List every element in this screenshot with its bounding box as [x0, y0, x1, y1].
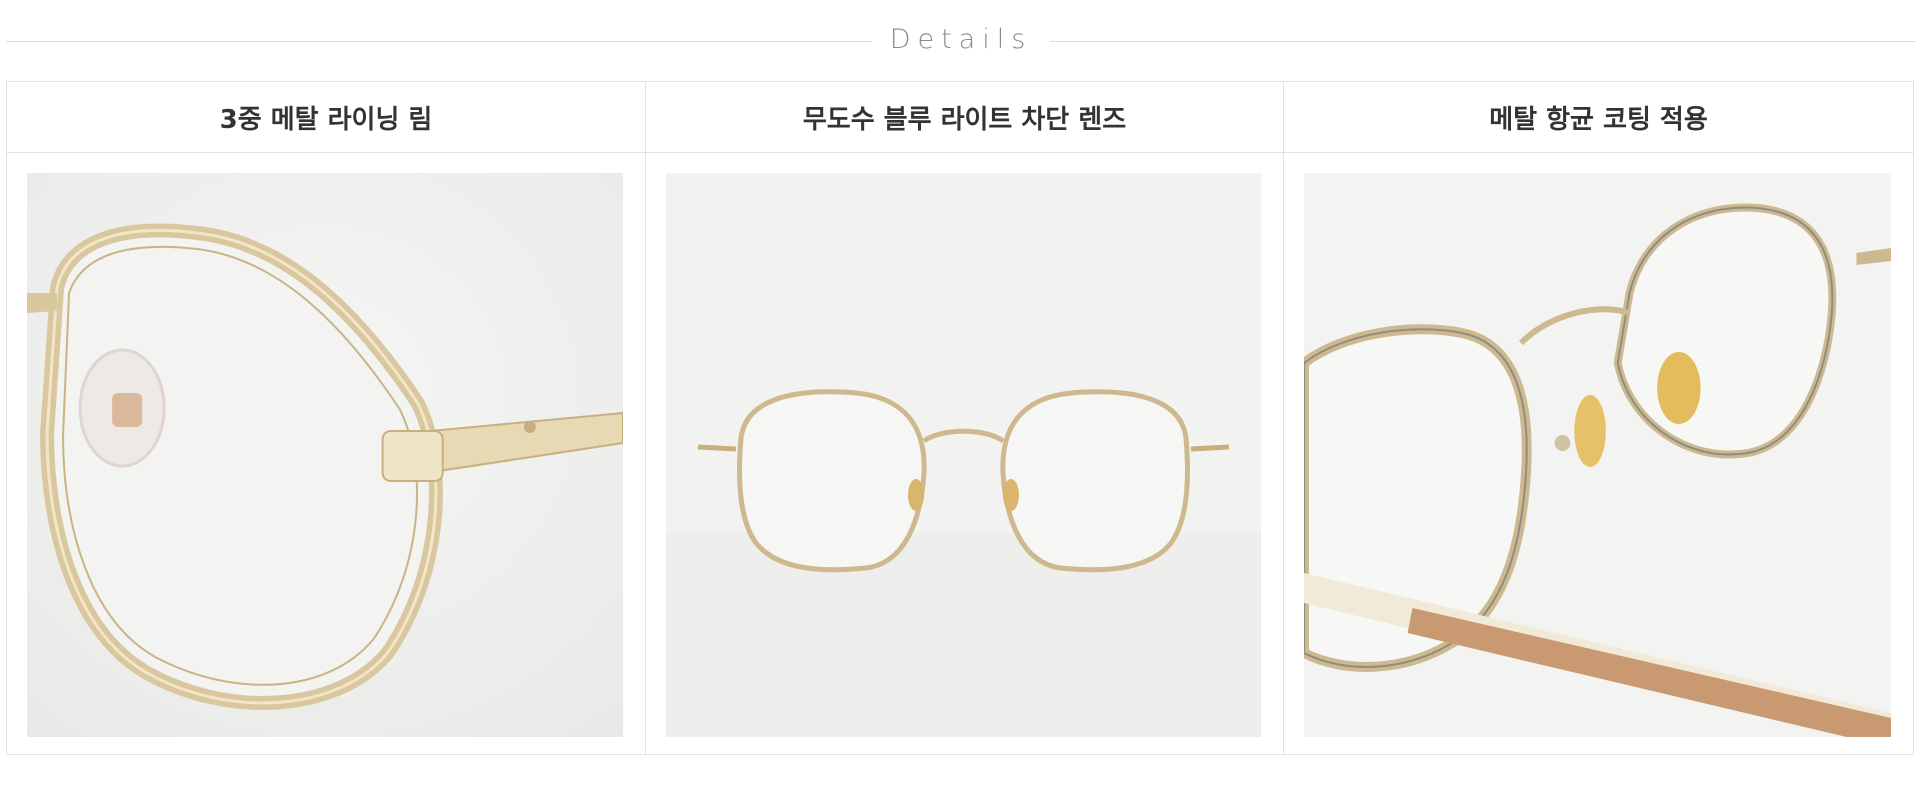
section-title: Details	[889, 24, 1033, 55]
angled-view-image	[1304, 173, 1891, 737]
detail-card-lens: 무도수 블루 라이트 차단 렌즈	[645, 82, 1283, 754]
divider-left	[6, 41, 872, 42]
front-view-image	[666, 173, 1261, 737]
rim-closeup-image	[27, 173, 623, 737]
detail-card-rim: 3중 메탈 라이닝 림	[7, 82, 645, 754]
section-header: Details	[0, 20, 1920, 64]
detail-card-coating: 메탈 항균 코팅 적용	[1283, 82, 1913, 754]
detail-title: 무도수 블루 라이트 차단 렌즈	[646, 82, 1283, 153]
details-grid: 3중 메탈 라이닝 림 무도수 블루 라이트 차단 렌즈 메탈 항균 코팅 적용	[6, 81, 1914, 755]
divider-right	[1050, 41, 1916, 42]
detail-title: 3중 메탈 라이닝 림	[7, 82, 645, 153]
detail-title: 메탈 항균 코팅 적용	[1284, 82, 1913, 153]
